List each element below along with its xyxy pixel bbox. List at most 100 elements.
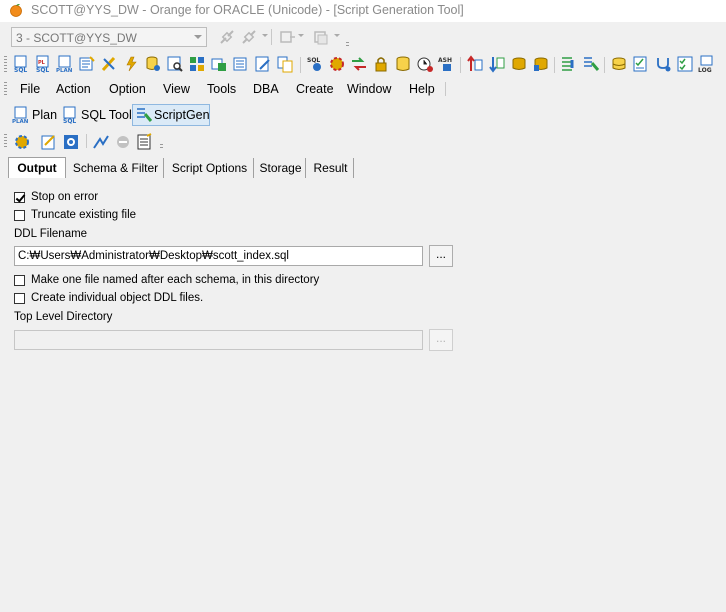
database-info-icon[interactable] [144,55,162,73]
tuning-icon[interactable] [100,55,118,73]
individual-ddl-checkbox[interactable] [14,293,25,304]
ddl-filename-value: C:₩Users₩Administrator₩Desktop₩scott_ind… [18,250,289,262]
trace-icon[interactable] [416,55,434,73]
analyze-icon[interactable] [632,55,650,73]
compare-icon[interactable] [276,55,294,73]
svg-text:PLAN: PLAN [12,119,29,124]
tab-storage[interactable]: Storage [256,158,306,178]
disconnect-icon[interactable] [240,28,258,46]
commit-icon[interactable] [278,28,296,46]
log-icon[interactable]: LOG [698,55,716,73]
menu-window[interactable]: Window [347,82,391,96]
rollback-icon[interactable] [312,28,330,46]
check-list-icon[interactable] [676,55,694,73]
sql-tool-icon[interactable]: SQL [12,55,30,73]
truncate-existing-checkbox[interactable] [14,210,25,221]
tab-storage-label: Storage [259,161,302,175]
health-check-icon[interactable] [654,55,672,73]
transaction-icon[interactable] [350,55,368,73]
svg-text:SQL: SQL [14,67,27,73]
menu-dba[interactable]: DBA [253,82,279,96]
loader-icon[interactable] [510,55,528,73]
wait-monitor-icon[interactable] [328,55,346,73]
open-file-icon[interactable] [40,133,58,151]
schema-browser-icon[interactable] [166,55,184,73]
script-gen-icon[interactable] [582,55,600,73]
top-level-directory-label: Top Level Directory [14,311,113,323]
storage-icon[interactable] [610,55,628,73]
sql-monitor-icon[interactable]: SQL [306,55,324,73]
unloader-icon[interactable] [532,55,550,73]
sql-tool-button[interactable]: SQL SQL Tool [59,104,132,126]
toolbar-grip[interactable] [346,42,349,48]
ddl-filename-input[interactable]: C:₩Users₩Administrator₩Desktop₩scott_ind… [14,246,423,266]
scriptgen-tool-label: ScriptGen [154,108,210,122]
tab-result[interactable]: Result [308,158,354,178]
description-icon[interactable] [78,55,96,73]
scriptgen-tool-button[interactable]: ScriptGen [132,104,210,126]
space-manager-icon[interactable] [394,55,412,73]
svg-text:PLAN: PLAN [56,68,73,73]
sql-icon: SQL [63,106,76,124]
table-editor-icon[interactable] [188,55,206,73]
ddl-browse-button[interactable]: ... [429,245,453,267]
menu-option[interactable]: Option [109,82,146,96]
run-script-icon[interactable] [92,133,110,151]
tab-script-options[interactable]: Script Options [166,158,254,178]
execute-icon[interactable] [13,133,31,151]
svg-text:SQL: SQL [63,118,76,124]
stop-on-error-checkbox[interactable] [14,192,25,203]
svg-text:LOG: LOG [698,67,712,73]
plan-tool-icon[interactable]: PLAN [56,55,74,73]
truncate-existing-label: Truncate existing file [31,209,137,221]
export-icon[interactable] [466,55,484,73]
output-panel [0,178,726,612]
connection-select[interactable]: 3 - SCOTT@YYS_DW [11,27,207,47]
session-icon[interactable] [122,55,140,73]
connect-icon[interactable] [218,28,236,46]
toolbar-grip[interactable] [4,56,7,72]
stop-icon[interactable] [114,133,132,151]
ash-icon[interactable]: ASH [438,55,456,73]
toolbar-separator [554,57,555,73]
top-level-directory-input[interactable] [14,330,423,350]
tab-schema-filter-label: Schema & Filter [72,161,159,175]
svg-text:SQL: SQL [307,57,320,64]
menu-file[interactable]: File [20,82,40,96]
toolbar-separator [300,57,301,73]
tab-output-label: Output [17,161,57,175]
orange-logo-icon [10,3,22,17]
menu-create[interactable]: Create [296,82,334,96]
chevron-down-icon[interactable] [334,33,340,39]
chevron-down-icon[interactable] [262,33,268,39]
plan-tool-button[interactable]: PLAN Plan [10,104,58,126]
individual-ddl-label: Create individual object DDL files. [31,292,204,304]
toolbar-grip[interactable] [4,134,7,148]
script-run-icon[interactable] [560,55,578,73]
menu-view[interactable]: View [163,82,190,96]
edit-script-icon[interactable] [254,55,272,73]
menu-help[interactable]: Help [409,82,435,96]
sql-tool-label: SQL Tool [81,108,132,122]
tab-schema-filter[interactable]: Schema & Filter [68,158,164,178]
top-level-browse-button[interactable]: ... [429,329,453,351]
chevron-down-icon[interactable] [298,33,304,39]
stop-on-error-label: Stop on error [31,191,99,203]
svg-text:SQL: SQL [36,67,49,73]
menu-action[interactable]: Action [56,82,91,96]
menu-tools[interactable]: Tools [207,82,236,96]
settings-gear-icon[interactable] [62,133,80,151]
import-icon[interactable] [488,55,506,73]
menu-separator [445,82,446,96]
menu-grip[interactable] [4,82,7,96]
data-editor-icon[interactable] [210,55,228,73]
lock-monitor-icon[interactable] [372,55,390,73]
toolbar-grip[interactable] [160,144,163,150]
title-bar: SCOTT@YYS_DW - Orange for ORACLE (Unicod… [0,0,726,22]
tab-output[interactable]: Output [8,157,66,179]
plsql-tool-icon[interactable]: PLSQL [34,55,52,73]
one-file-per-schema-checkbox[interactable] [14,275,25,286]
tab-script-options-label: Script Options [171,161,248,175]
object-list-icon[interactable] [232,55,250,73]
options-icon[interactable] [136,133,154,151]
